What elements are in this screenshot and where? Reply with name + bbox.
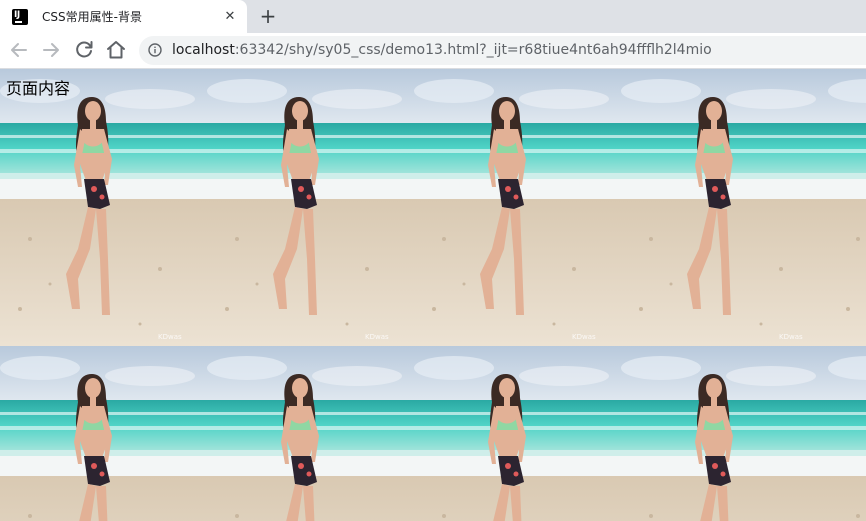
address-bar[interactable]: localhost:63342/shy/sy05_css/demo13.html… bbox=[139, 36, 866, 65]
back-button[interactable] bbox=[7, 38, 31, 62]
url-path: :63342/shy/sy05_css/demo13.html?_ijt=r68… bbox=[234, 42, 712, 58]
reload-icon bbox=[76, 41, 93, 58]
arrow-left-icon bbox=[11, 43, 27, 57]
browser-toolbar: localhost:63342/shy/sy05_css/demo13.html… bbox=[0, 33, 866, 69]
home-button[interactable] bbox=[104, 38, 128, 62]
tab-strip: IJ CSS常用属性-背景 ✕ + bbox=[0, 0, 866, 33]
close-icon[interactable]: ✕ bbox=[221, 8, 239, 26]
tab-title: CSS常用属性-背景 bbox=[42, 10, 142, 24]
reload-button[interactable] bbox=[72, 38, 96, 62]
arrow-right-icon bbox=[43, 43, 59, 57]
tab-active[interactable]: IJ CSS常用属性-背景 ✕ bbox=[0, 0, 247, 33]
page-content-text: 页面内容 bbox=[6, 79, 71, 98]
background-image-tiles: KDwas bbox=[0, 69, 866, 521]
home-icon bbox=[107, 41, 125, 59]
url-text[interactable]: localhost:63342/shy/sy05_css/demo13.html… bbox=[172, 42, 712, 59]
url-host: localhost bbox=[172, 42, 235, 58]
favicon-bar bbox=[15, 21, 22, 23]
forward-button[interactable] bbox=[39, 38, 63, 62]
info-icon[interactable] bbox=[148, 43, 162, 57]
page-viewport: KDwas 页面内容 bbox=[0, 69, 866, 521]
new-tab-button[interactable]: + bbox=[257, 5, 279, 27]
intellij-icon: IJ bbox=[12, 9, 28, 25]
browser-window: IJ CSS常用属性-背景 ✕ + localhost:63342/shy/sy… bbox=[0, 0, 866, 521]
favicon-label: IJ bbox=[14, 10, 20, 20]
